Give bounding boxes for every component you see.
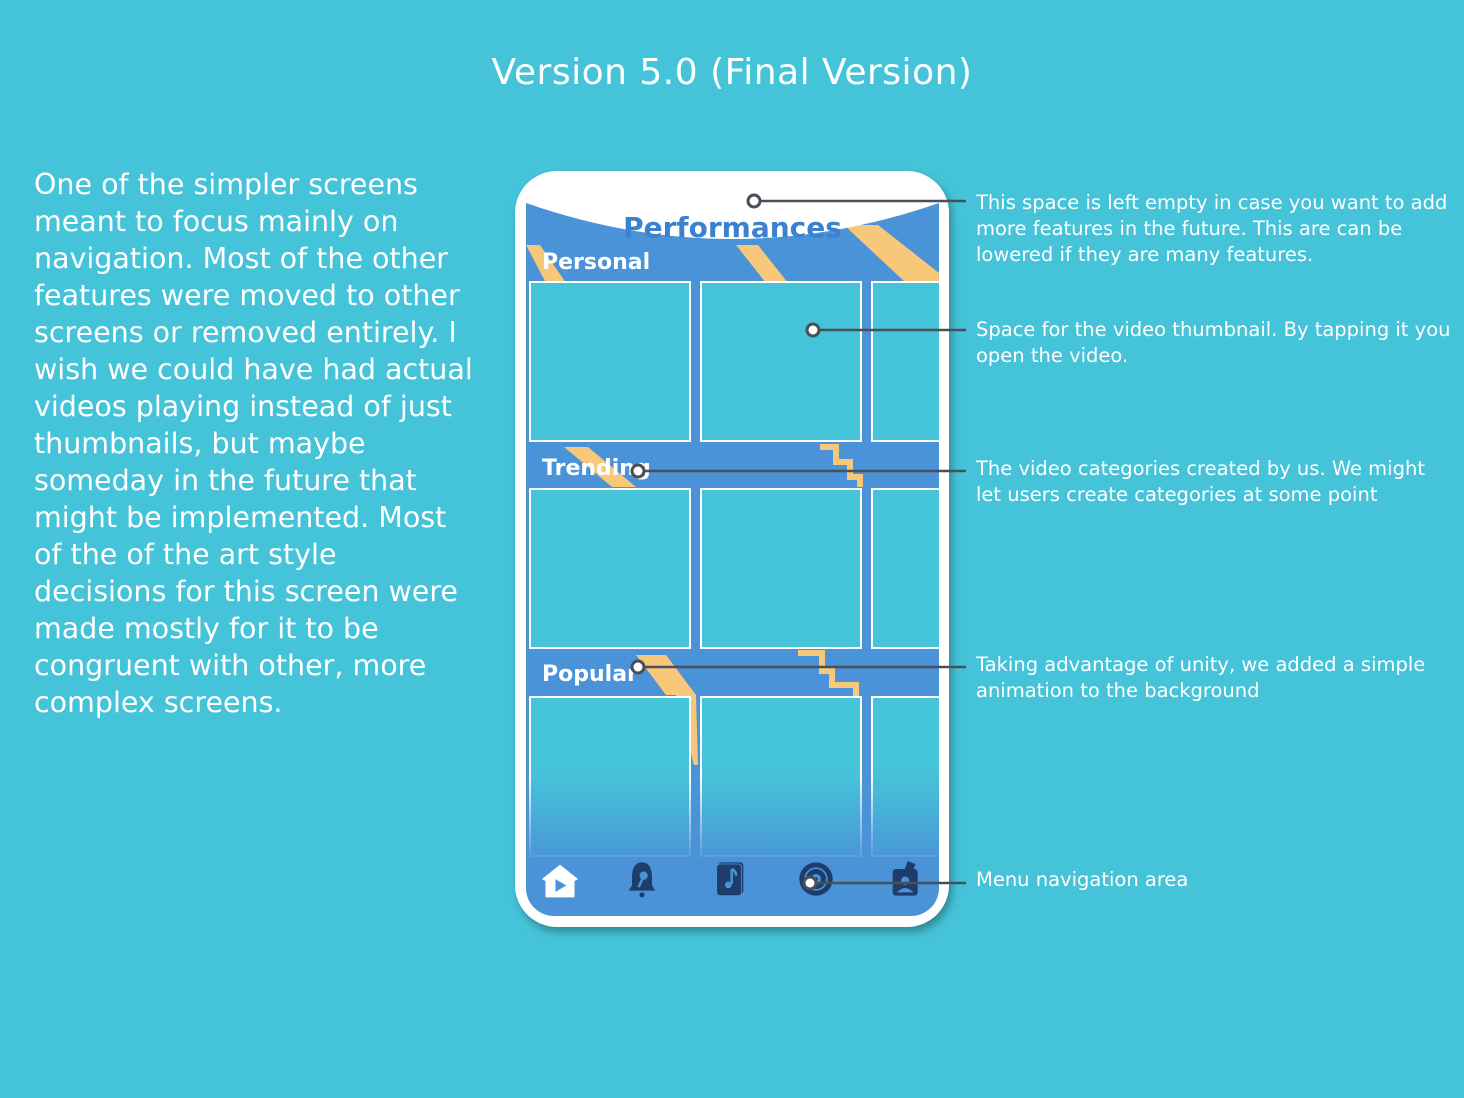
- annotation-animation: Taking advantage of unity, we added a si…: [976, 653, 1426, 702]
- annotation-menu: Menu navigation area: [976, 868, 1189, 891]
- annotation-header-space: This space is left empty in case you wan…: [976, 191, 1448, 266]
- annotation-thumbnail-space: Space for the video thumbnail. By tappin…: [976, 318, 1451, 367]
- callout-lines: [630, 193, 966, 891]
- annotation-categories: The video categories created by us. We m…: [976, 457, 1425, 506]
